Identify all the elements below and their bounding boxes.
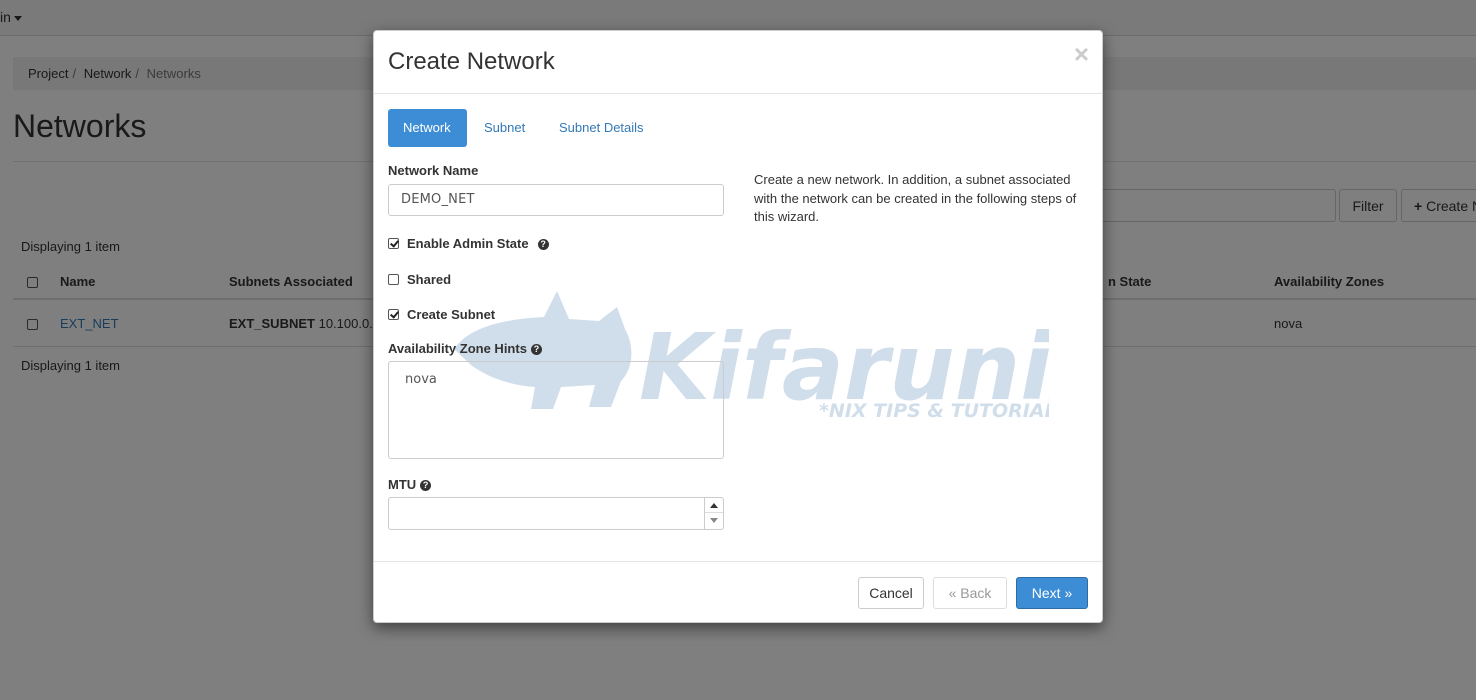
- arrow-up-icon: [710, 503, 718, 508]
- help-icon[interactable]: ?: [420, 480, 432, 492]
- az-hints-label-text: Availability Zone Hints: [388, 341, 527, 356]
- modal-title: Create Network: [388, 48, 555, 75]
- az-option-nova[interactable]: nova: [405, 372, 707, 387]
- watermark-tagline: *NIX TIPS & TUTORIALS: [819, 400, 1049, 419]
- tab-subnet[interactable]: Subnet: [469, 109, 540, 147]
- create-network-modal: Create Network × Network Subnet Subnet D…: [373, 30, 1103, 623]
- cancel-button[interactable]: Cancel: [858, 577, 924, 609]
- modal-header: Create Network ×: [374, 31, 1102, 94]
- back-button[interactable]: « Back: [933, 577, 1007, 609]
- enable-admin-state-label: Enable Admin State: [407, 236, 529, 251]
- checkbox-checked-icon[interactable]: [388, 238, 399, 249]
- mtu-input[interactable]: [388, 497, 724, 530]
- mtu-label: MTU?: [388, 477, 432, 492]
- help-icon[interactable]: ?: [537, 239, 549, 251]
- wizard-help-text: Create a new network. In addition, a sub…: [754, 172, 1077, 224]
- mtu-label-text: MTU: [388, 477, 417, 492]
- create-subnet-checkbox[interactable]: Create Subnet: [388, 307, 495, 322]
- modal-footer: Cancel « Back Next »: [374, 561, 1102, 622]
- close-icon[interactable]: ×: [1074, 41, 1089, 67]
- increment-button[interactable]: [705, 498, 723, 513]
- network-name-label: Network Name: [388, 163, 479, 178]
- az-hints-select[interactable]: nova: [388, 361, 724, 459]
- az-hints-label: Availability Zone Hints?: [388, 341, 542, 356]
- checkbox-checked-icon[interactable]: [388, 309, 399, 320]
- enable-admin-state-checkbox[interactable]: Enable Admin State?: [388, 236, 549, 251]
- shared-label: Shared: [407, 272, 452, 287]
- checkbox-unchecked-icon[interactable]: [388, 274, 399, 285]
- network-name-input[interactable]: DEMO_NET: [388, 184, 724, 216]
- create-subnet-label: Create Subnet: [407, 307, 496, 322]
- help-icon[interactable]: ?: [530, 344, 542, 356]
- arrow-down-icon: [710, 518, 718, 523]
- mtu-stepper[interactable]: [704, 498, 723, 529]
- shared-checkbox[interactable]: Shared: [388, 272, 451, 287]
- decrement-button[interactable]: [705, 513, 723, 529]
- next-button[interactable]: Next »: [1016, 577, 1088, 609]
- tab-subnet-details[interactable]: Subnet Details: [544, 109, 659, 147]
- tab-network[interactable]: Network: [388, 109, 467, 147]
